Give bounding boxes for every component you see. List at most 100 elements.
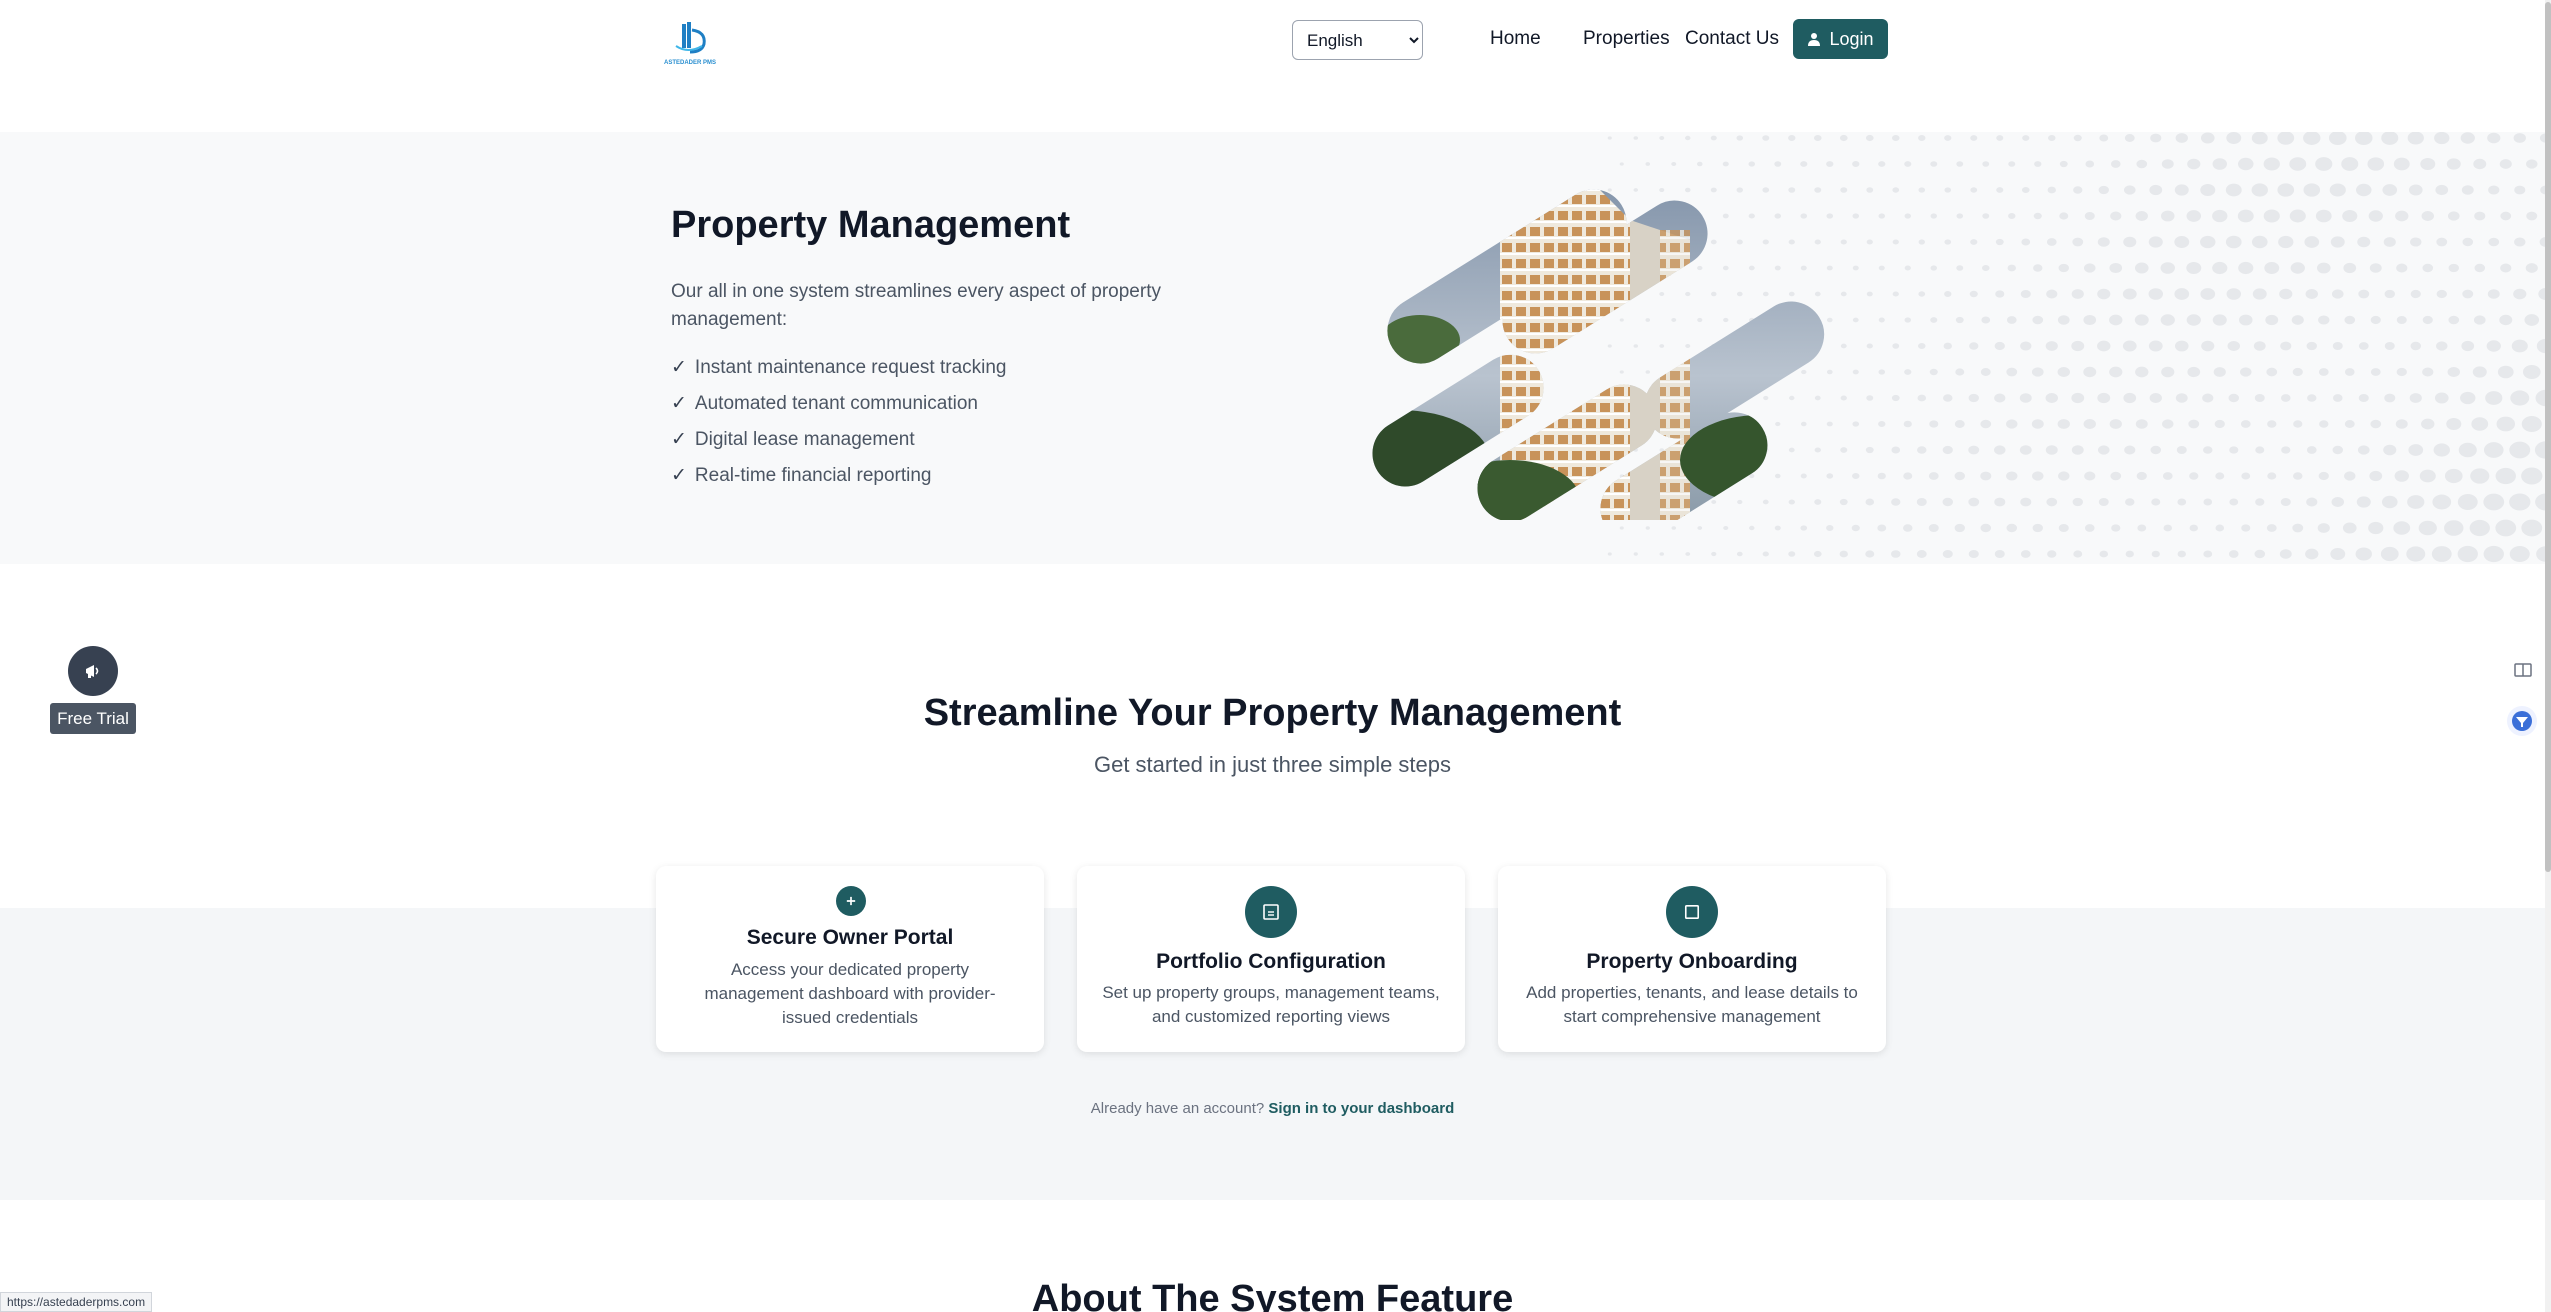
background-dot [1982,213,1990,219]
background-dot [2330,548,2346,560]
background-dot [1607,136,1612,140]
background-dot [2045,341,2058,351]
login-button[interactable]: Login [1793,19,1888,59]
background-dot [2407,495,2425,509]
signin-dashboard-link[interactable]: Sign in to your dashboard [1268,1100,1454,1117]
background-dot [1970,187,1978,193]
background-dot [2278,235,2294,249]
background-dot [2020,550,2031,558]
background-dot [2006,419,2018,429]
background-dot [2420,158,2436,170]
nav-home[interactable]: Home [1490,27,1541,51]
background-dot [2229,446,2239,454]
background-dot [1917,446,1927,454]
book-icon[interactable] [2512,659,2534,681]
background-dot [1852,161,1860,167]
background-dot [1878,369,1886,375]
background-dot [1955,368,1965,376]
background-dot [1981,264,1990,272]
background-dot [2188,419,2200,429]
background-dot [2215,524,2225,532]
background-dot [1723,525,1729,531]
background-dot [2305,548,2319,560]
background-dot [1633,552,1638,556]
nav-properties[interactable]: Properties [1583,27,1670,51]
background-dot [1866,187,1874,193]
background-dot [2474,211,2486,221]
background-dot [1878,265,1885,271]
background-dot [2483,545,2504,563]
nav-contact-us[interactable]: Contact Us [1685,27,1779,51]
scrollbar-thumb[interactable] [2545,2,2551,872]
background-dot [1892,343,1900,349]
background-dot [2151,498,2161,506]
background-dot [2419,469,2436,483]
background-dot [1878,317,1885,323]
user-icon [1808,33,1821,46]
background-dot [1917,342,1926,350]
language-select[interactable]: English [1292,20,1423,60]
background-dot [2331,289,2344,299]
background-dot [2263,209,2280,223]
background-dot [2098,498,2109,506]
background-dot [2186,262,2202,274]
background-dot [2202,393,2214,403]
background-dot [2395,419,2408,429]
background-dot [2071,392,2085,404]
background-dot [2123,185,2136,195]
background-dot [2315,157,2333,171]
background-dot [2369,263,2382,273]
background-dot [2396,367,2407,377]
background-dot [2148,288,2163,300]
background-dot [2526,211,2538,221]
background-dot [2384,342,2395,350]
background-dot [1878,421,1886,427]
background-dot [2031,419,2044,429]
background-dot [2305,289,2318,299]
logo[interactable]: ASTEDADER PMS [660,18,720,78]
background-dot [1711,551,1717,557]
background-dot [2448,263,2459,273]
background-dot [1955,316,1964,324]
background-dot [1916,498,1927,506]
background-dot [2396,315,2407,325]
background-dot [1839,498,1848,506]
background-dot [2513,288,2527,300]
background-dot [2329,183,2346,197]
background-dot [2524,314,2540,326]
background-dot [2151,550,2160,558]
background-dot [2318,471,2329,481]
background-dot [2174,184,2189,196]
background-dot [2161,366,2175,378]
background-dot [2526,159,2538,169]
background-dot [1943,342,1952,350]
background-dot [2083,366,2097,378]
background-dot [2483,442,2504,458]
background-dot [2471,417,2489,431]
background-dot [2226,132,2242,144]
background-dot [2304,236,2320,248]
background-dot [2059,212,2069,220]
background-dot [1851,524,1860,532]
megaphone-icon [86,665,99,678]
background-dot [1813,134,1822,142]
background-dot [1685,552,1691,556]
background-dot [2418,520,2437,536]
background-dot [2446,158,2461,170]
free-trial-button[interactable] [68,646,118,696]
background-dot [2457,494,2478,510]
background-dot [2264,262,2280,274]
background-dot [2293,472,2303,480]
card-description: Add properties, tenants, and lease detai… [1526,983,1858,1026]
card-description: Set up property groups, management teams… [1102,983,1440,1026]
background-dot [2072,237,2084,247]
background-dot [1929,368,1938,376]
background-dot [2251,183,2268,197]
background-dot [2263,157,2280,171]
background-dot [1826,317,1833,323]
background-dot [2474,263,2486,273]
about-title: About The System Feature [1031,1278,1514,1312]
background-dot [1839,550,1848,558]
background-dot [1969,342,1979,350]
background-dot [2125,498,2135,506]
